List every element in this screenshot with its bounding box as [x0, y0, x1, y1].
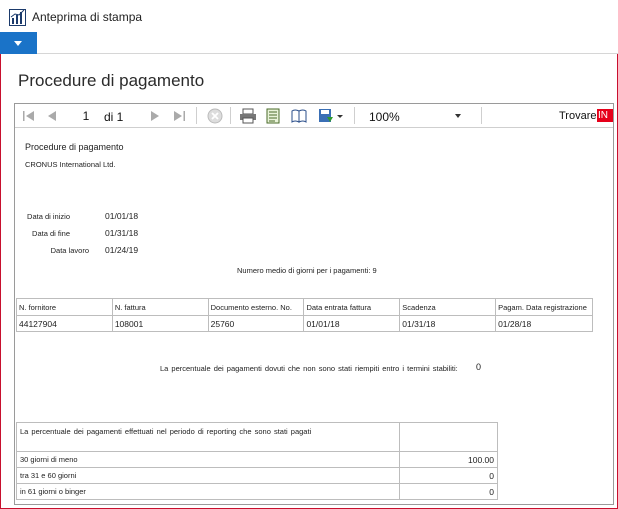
summary-header: La percentuale dei pagamenti effettuati … [16, 422, 400, 452]
report-title: Procedure di pagamento [25, 142, 124, 152]
table-row: 44127904 108001 25760 01/01/18 01/31/18 … [16, 315, 593, 332]
late-payments-value: 0 [476, 362, 482, 372]
average-days-text: Numero medio di giorni per i pagamenti: … [237, 266, 377, 275]
table-cell: 44127904 [16, 315, 113, 332]
find-next-button[interactable]: IN [597, 109, 613, 122]
toolbar-separator [196, 107, 197, 124]
page-setup-icon[interactable] [290, 108, 308, 124]
work-date-label: Data lavoro [50, 246, 89, 255]
column-header: Data entrata fattura [303, 298, 401, 316]
print-layout-icon[interactable] [266, 108, 280, 124]
summary-table: La percentuale dei pagamenti effettuati … [16, 422, 498, 500]
export-icon[interactable] [318, 108, 334, 124]
previous-page-icon[interactable] [46, 108, 58, 124]
column-header: Pagam. Data registrazione [495, 298, 593, 316]
start-date-value: 01/01/18 [105, 211, 139, 221]
last-page-icon[interactable] [172, 108, 186, 124]
late-payments-text: La percentuale dei pagamenti dovuti che … [160, 364, 458, 373]
page-title: Procedure di pagamento [18, 71, 205, 90]
column-header: N. fornitore [16, 298, 113, 316]
stop-rendering-icon[interactable] [207, 108, 223, 124]
next-page-icon[interactable] [149, 108, 161, 124]
export-dropdown-icon[interactable] [336, 108, 344, 124]
table-cell: 01/28/18 [495, 315, 593, 332]
summary-value: 0 [399, 483, 498, 500]
work-date-value: 01/24/19 [105, 245, 139, 255]
find-text-input[interactable] [483, 107, 553, 124]
table-cell: 108001 [111, 315, 209, 332]
zoom-select[interactable]: 100% [365, 106, 465, 125]
page-count-label: di 1 [104, 110, 124, 124]
table-row: 30 giorni di meno 100.00 [16, 451, 498, 468]
table-cell: 01/31/18 [399, 315, 497, 332]
payments-table: N. fornitore N. fattura Documento estern… [16, 298, 593, 332]
summary-header-empty [399, 422, 498, 452]
table-cell: 01/01/18 [303, 315, 401, 332]
report-toolbar: di 1 100% Trovare IN [15, 104, 613, 128]
table-header-row: N. fornitore N. fattura Documento estern… [16, 298, 593, 316]
action-menu-button[interactable] [0, 32, 37, 54]
zoom-value: 100% [369, 110, 400, 124]
chevron-down-icon [14, 41, 22, 46]
toolbar-separator [481, 107, 482, 124]
table-row: in 61 giorni o binger 0 [16, 483, 498, 500]
window-title: Anteprima di stampa [32, 10, 143, 24]
report-page: Procedure di pagamento CRONUS Internatio… [15, 129, 613, 504]
toolbar-separator [354, 107, 355, 124]
first-page-icon[interactable] [22, 108, 36, 124]
toolbar-separator [230, 107, 231, 124]
report-viewer: di 1 100% Trovare IN Procedure di pagame… [14, 103, 614, 505]
chevron-down-icon [455, 114, 461, 118]
table-row: tra 31 e 60 giorni 0 [16, 467, 498, 484]
summary-header-row: La percentuale dei pagamenti effettuati … [16, 422, 498, 452]
summary-label: in 61 giorni o binger [16, 483, 400, 500]
find-button[interactable]: Trovare [559, 110, 597, 122]
end-date-label: Data di fine [32, 229, 70, 238]
page-number-input[interactable] [71, 107, 101, 124]
print-icon[interactable] [239, 108, 257, 124]
summary-value: 0 [399, 467, 498, 484]
summary-value: 100.00 [399, 451, 498, 468]
summary-label: 30 giorni di meno [16, 451, 400, 468]
end-date-value: 01/31/18 [105, 228, 139, 238]
summary-label: tra 31 e 60 giorni [16, 467, 400, 484]
report-app-icon [9, 9, 26, 26]
company-name: CRONUS International Ltd. [25, 160, 116, 169]
column-header: Scadenza [399, 298, 497, 316]
action-bar [0, 32, 618, 54]
title-bar: Anteprima di stampa [0, 0, 618, 32]
column-header: Documento esterno. No. [207, 298, 305, 316]
start-date-label: Data di inizio [27, 212, 70, 221]
column-header: N. fattura [111, 298, 209, 316]
table-cell: 25760 [207, 315, 305, 332]
